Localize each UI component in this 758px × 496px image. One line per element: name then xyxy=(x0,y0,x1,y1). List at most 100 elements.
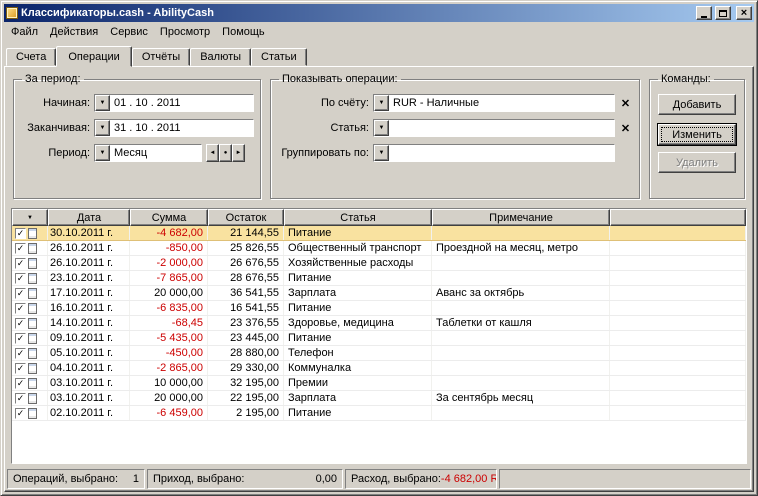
row-note xyxy=(432,301,610,315)
menu-actions[interactable]: Действия xyxy=(44,23,104,41)
table-row[interactable]: ✓ 26.10.2011 г. -850,00 25 826,55 Общест… xyxy=(12,241,746,256)
status-expense-label: Расход, выбрано: xyxy=(351,473,441,485)
tab-accounts[interactable]: Счета xyxy=(6,48,57,66)
row-balance: 28 880,00 xyxy=(208,346,284,360)
menu-view[interactable]: Просмотр xyxy=(154,23,216,41)
edit-button[interactable]: Изменить xyxy=(658,124,736,145)
minimize-button[interactable] xyxy=(696,6,712,20)
table-row[interactable]: ✓ 05.10.2011 г. -450,00 28 880,00 Телефо… xyxy=(12,346,746,361)
header-filter-arrow-icon[interactable]: ▼ xyxy=(12,209,48,226)
maximize-button[interactable] xyxy=(715,6,731,20)
table-row[interactable]: ✓ 09.10.2011 г. -5 435,00 23 445,00 Пита… xyxy=(12,331,746,346)
header-amount[interactable]: Сумма xyxy=(130,209,208,226)
row-balance: 25 826,55 xyxy=(208,241,284,255)
period-today-button[interactable]: ● xyxy=(219,144,232,162)
period-next-button[interactable]: ► xyxy=(232,144,245,162)
row-selector-cell: ✓ xyxy=(12,316,48,330)
article-clear-button[interactable]: ✕ xyxy=(618,120,633,136)
start-date-field[interactable]: ▼ 01 . 10 . 2011 xyxy=(94,94,254,112)
end-date-dropdown-icon[interactable]: ▼ xyxy=(95,120,110,136)
row-checkbox[interactable]: ✓ xyxy=(15,347,26,359)
article-value xyxy=(389,120,614,136)
header-note[interactable]: Примечание xyxy=(432,209,610,226)
row-balance: 2 195,00 xyxy=(208,406,284,420)
table-row[interactable]: ✓ 23.10.2011 г. -7 865,00 28 676,55 Пита… xyxy=(12,271,746,286)
table-row[interactable]: ✓ 26.10.2011 г. -2 000,00 26 676,55 Хозя… xyxy=(12,256,746,271)
add-button[interactable]: Добавить xyxy=(658,94,736,115)
account-select[interactable]: ▼ RUR - Наличные xyxy=(373,94,615,112)
table-row[interactable]: ✓ 17.10.2011 г. 20 000,00 36 541,55 Зарп… xyxy=(12,286,746,301)
row-amount: 20 000,00 xyxy=(130,286,208,300)
row-filler xyxy=(610,316,746,330)
row-checkbox[interactable]: ✓ xyxy=(15,227,26,239)
tab-reports[interactable]: Отчёты xyxy=(131,48,191,66)
tab-operations[interactable]: Операции xyxy=(56,46,132,67)
start-date-dropdown-icon[interactable]: ▼ xyxy=(95,95,110,111)
article-select[interactable]: ▼ xyxy=(373,119,615,137)
period-prev-button[interactable]: ◄ xyxy=(206,144,219,162)
table-row[interactable]: ✓ 14.10.2011 г. -68,45 23 376,55 Здоровь… xyxy=(12,316,746,331)
groupby-label: Группировать по: xyxy=(281,147,369,159)
tab-currencies[interactable]: Валюты xyxy=(190,48,252,66)
row-checkbox[interactable]: ✓ xyxy=(15,272,26,284)
row-checkbox[interactable]: ✓ xyxy=(15,287,26,299)
row-selector-cell: ✓ xyxy=(12,331,48,345)
row-filler xyxy=(610,271,746,285)
menu-help[interactable]: Помощь xyxy=(216,23,271,41)
delete-button: Удалить xyxy=(658,152,736,173)
account-clear-button[interactable]: ✕ xyxy=(618,95,633,111)
row-checkbox[interactable]: ✓ xyxy=(15,392,26,404)
end-date-field[interactable]: ▼ 31 . 10 . 2011 xyxy=(94,119,254,137)
row-article: Здоровье, медицина xyxy=(284,316,432,330)
menu-service[interactable]: Сервис xyxy=(104,23,154,41)
row-date: 14.10.2011 г. xyxy=(48,316,130,330)
article-dropdown-icon[interactable]: ▼ xyxy=(374,120,389,136)
row-checkbox[interactable]: ✓ xyxy=(15,407,26,419)
period-dropdown-icon[interactable]: ▼ xyxy=(95,145,110,161)
row-checkbox[interactable]: ✓ xyxy=(15,362,26,374)
account-dropdown-icon[interactable]: ▼ xyxy=(374,95,389,111)
end-date-value: 31 . 10 . 2011 xyxy=(110,120,253,136)
row-filler xyxy=(610,406,746,420)
title-bar: Классификаторы.cash - AbilityCash × xyxy=(4,4,754,22)
row-checkbox[interactable]: ✓ xyxy=(15,332,26,344)
groupby-dropdown-icon[interactable]: ▼ xyxy=(374,145,389,161)
row-article: Питание xyxy=(284,226,432,240)
table-row[interactable]: ✓ 30.10.2011 г. -4 682,00 21 144,55 Пита… xyxy=(12,226,746,241)
menu-file[interactable]: Файл xyxy=(5,23,44,41)
period-select[interactable]: ▼ Месяц xyxy=(94,144,202,162)
header-article[interactable]: Статья xyxy=(284,209,432,226)
row-date: 26.10.2011 г. xyxy=(48,256,130,270)
row-article: Питание xyxy=(284,271,432,285)
row-note: Таблетки от кашля xyxy=(432,316,610,330)
table-row[interactable]: ✓ 04.10.2011 г. -2 865,00 29 330,00 Комм… xyxy=(12,361,746,376)
row-filler xyxy=(610,391,746,405)
tab-categories[interactable]: Статьи xyxy=(251,48,307,66)
row-checkbox[interactable]: ✓ xyxy=(15,317,26,329)
header-date[interactable]: Дата xyxy=(48,209,130,226)
tab-strip: Счета Операции Отчёты Валюты Статьи xyxy=(4,42,754,67)
row-note xyxy=(432,376,610,390)
row-checkbox[interactable]: ✓ xyxy=(15,377,26,389)
row-amount: -68,45 xyxy=(130,316,208,330)
table-row[interactable]: ✓ 16.10.2011 г. -6 835,00 16 541,55 Пита… xyxy=(12,301,746,316)
close-button[interactable]: × xyxy=(736,6,752,20)
status-income-label: Приход, выбрано: xyxy=(153,473,245,485)
row-selector-cell: ✓ xyxy=(12,226,48,240)
commands-group-title: Команды: xyxy=(661,73,711,85)
row-checkbox[interactable]: ✓ xyxy=(15,302,26,314)
maximize-icon xyxy=(719,9,727,17)
header-balance[interactable]: Остаток xyxy=(208,209,284,226)
table-row[interactable]: ✓ 03.10.2011 г. 10 000,00 32 195,00 Прем… xyxy=(12,376,746,391)
row-date: 02.10.2011 г. xyxy=(48,406,130,420)
row-checkbox[interactable]: ✓ xyxy=(15,257,26,269)
row-note xyxy=(432,271,610,285)
row-note: За сентябрь месяц xyxy=(432,391,610,405)
row-checkbox[interactable]: ✓ xyxy=(15,242,26,254)
app-window: Классификаторы.cash - AbilityCash × Файл… xyxy=(0,0,758,496)
table-row[interactable]: ✓ 03.10.2011 г. 20 000,00 22 195,00 Зарп… xyxy=(12,391,746,406)
minimize-icon xyxy=(701,15,707,18)
table-row[interactable]: ✓ 02.10.2011 г. -6 459,00 2 195,00 Питан… xyxy=(12,406,746,421)
row-note xyxy=(432,331,610,345)
groupby-select[interactable]: ▼ xyxy=(373,144,615,162)
